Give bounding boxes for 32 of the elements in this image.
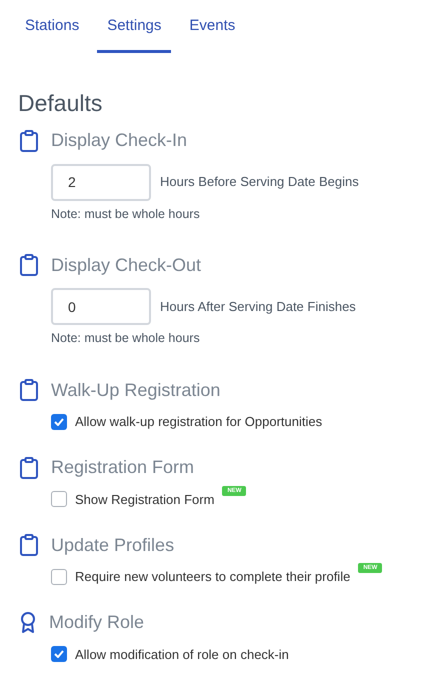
note-text: Note: must be whole hours (51, 206, 201, 222)
setting-title: Update Profiles (51, 534, 174, 557)
check-icon (54, 418, 64, 426)
clipboard-icon (20, 456, 38, 478)
checkbox-label: Show Registration Form (75, 490, 214, 509)
checkbox-label: Allow walk-up registration for Opportunities (75, 413, 322, 431)
clipboard-icon (20, 130, 38, 152)
tab[interactable]: Settings (97, 15, 172, 52)
setting-title: Walk-Up Registration (51, 378, 220, 402)
section-heading: Defaults (18, 88, 104, 116)
setting-title: Display Check-In (51, 129, 188, 152)
field-suffix: Hours Before Serving Date Begins (160, 173, 359, 192)
checkbox-label: Allow modification of role on check-in (75, 646, 289, 664)
clipboard-icon (20, 534, 38, 556)
tab[interactable]: Stations (15, 15, 90, 52)
clipboard-icon (20, 379, 38, 401)
tab[interactable]: Events (179, 15, 246, 52)
checkbox[interactable] (51, 568, 67, 585)
checkbox[interactable] (51, 646, 67, 662)
setting-title: Registration Form (51, 456, 194, 479)
check-icon (54, 650, 64, 658)
number-field[interactable]: 2 (51, 164, 151, 200)
note-text: Note: must be whole hours (51, 330, 201, 348)
number-field[interactable]: 0 (51, 288, 151, 326)
checkbox[interactable] (51, 414, 67, 430)
ribbon-icon (20, 612, 36, 634)
checkbox[interactable] (51, 491, 67, 508)
setting-title: Modify Role (49, 611, 144, 634)
field-suffix: Hours After Serving Date Finishes (160, 298, 356, 316)
setting-title: Display Check-Out (51, 254, 202, 277)
clipboard-icon (20, 254, 38, 276)
checkbox-label: Require new volunteers to complete their profile (75, 568, 350, 586)
